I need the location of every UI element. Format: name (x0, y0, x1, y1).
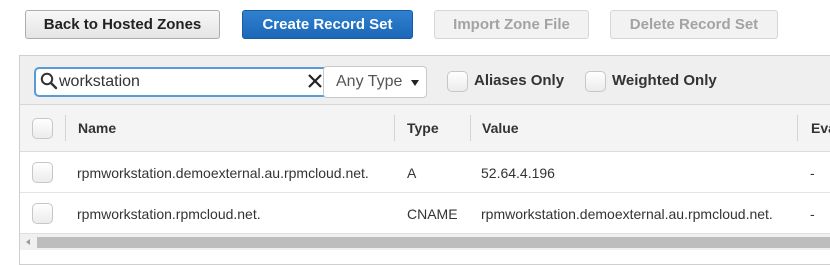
column-divider (65, 115, 66, 141)
record-type: CNAME (407, 206, 458, 222)
record-name: rpmworkstation.demoexternal.au.rpmcloud.… (77, 165, 369, 181)
search-input[interactable] (59, 71, 299, 93)
table-row[interactable]: rpmworkstation.rpmcloud.net. CNAME rpmwo… (20, 194, 830, 234)
column-header-evaluate[interactable]: Eva (811, 120, 830, 136)
column-header-value[interactable]: Value (482, 120, 519, 136)
row-checkbox[interactable] (32, 162, 53, 183)
record-evaluate: - (810, 206, 815, 222)
record-type-select[interactable]: Any Type (323, 66, 427, 98)
record-name: rpmworkstation.rpmcloud.net. (77, 206, 261, 222)
table-header: Name Type Value Eva (20, 105, 830, 152)
record-value: 52.64.4.196 (481, 165, 555, 181)
filter-bar: Any Type Aliases Only Weighted Only (20, 56, 830, 105)
table-row[interactable]: rpmworkstation.demoexternal.au.rpmcloud.… (20, 153, 830, 193)
column-divider (797, 115, 798, 141)
scrollbar-thumb[interactable] (37, 237, 830, 248)
column-header-type[interactable]: Type (407, 120, 439, 136)
search-icon (40, 72, 58, 90)
chevron-down-icon (411, 80, 419, 86)
aliases-only-checkbox[interactable] (447, 71, 468, 92)
row-checkbox[interactable] (32, 203, 53, 224)
back-to-hosted-zones-button[interactable]: Back to Hosted Zones (25, 10, 220, 39)
weighted-only-label: Weighted Only (612, 72, 717, 89)
scroll-left-icon[interactable] (26, 239, 30, 245)
search-box[interactable] (34, 67, 331, 97)
record-value: rpmworkstation.demoexternal.au.rpmcloud.… (481, 206, 773, 222)
record-evaluate: - (810, 165, 815, 181)
create-record-set-button[interactable]: Create Record Set (242, 10, 413, 39)
horizontal-scrollbar[interactable] (20, 233, 830, 250)
record-type: A (407, 165, 417, 181)
import-zone-file-button[interactable]: Import Zone File (434, 10, 589, 39)
weighted-only-checkbox[interactable] (585, 71, 606, 92)
delete-record-set-button[interactable]: Delete Record Set (610, 10, 778, 39)
record-type-value: Any Type (336, 73, 403, 90)
aliases-only-label: Aliases Only (474, 72, 565, 89)
record-sets-panel: Any Type Aliases Only Weighted Only Name… (19, 55, 830, 265)
column-divider (470, 115, 471, 141)
column-divider (394, 115, 395, 141)
select-all-checkbox[interactable] (32, 118, 53, 139)
column-header-name[interactable]: Name (78, 120, 116, 136)
